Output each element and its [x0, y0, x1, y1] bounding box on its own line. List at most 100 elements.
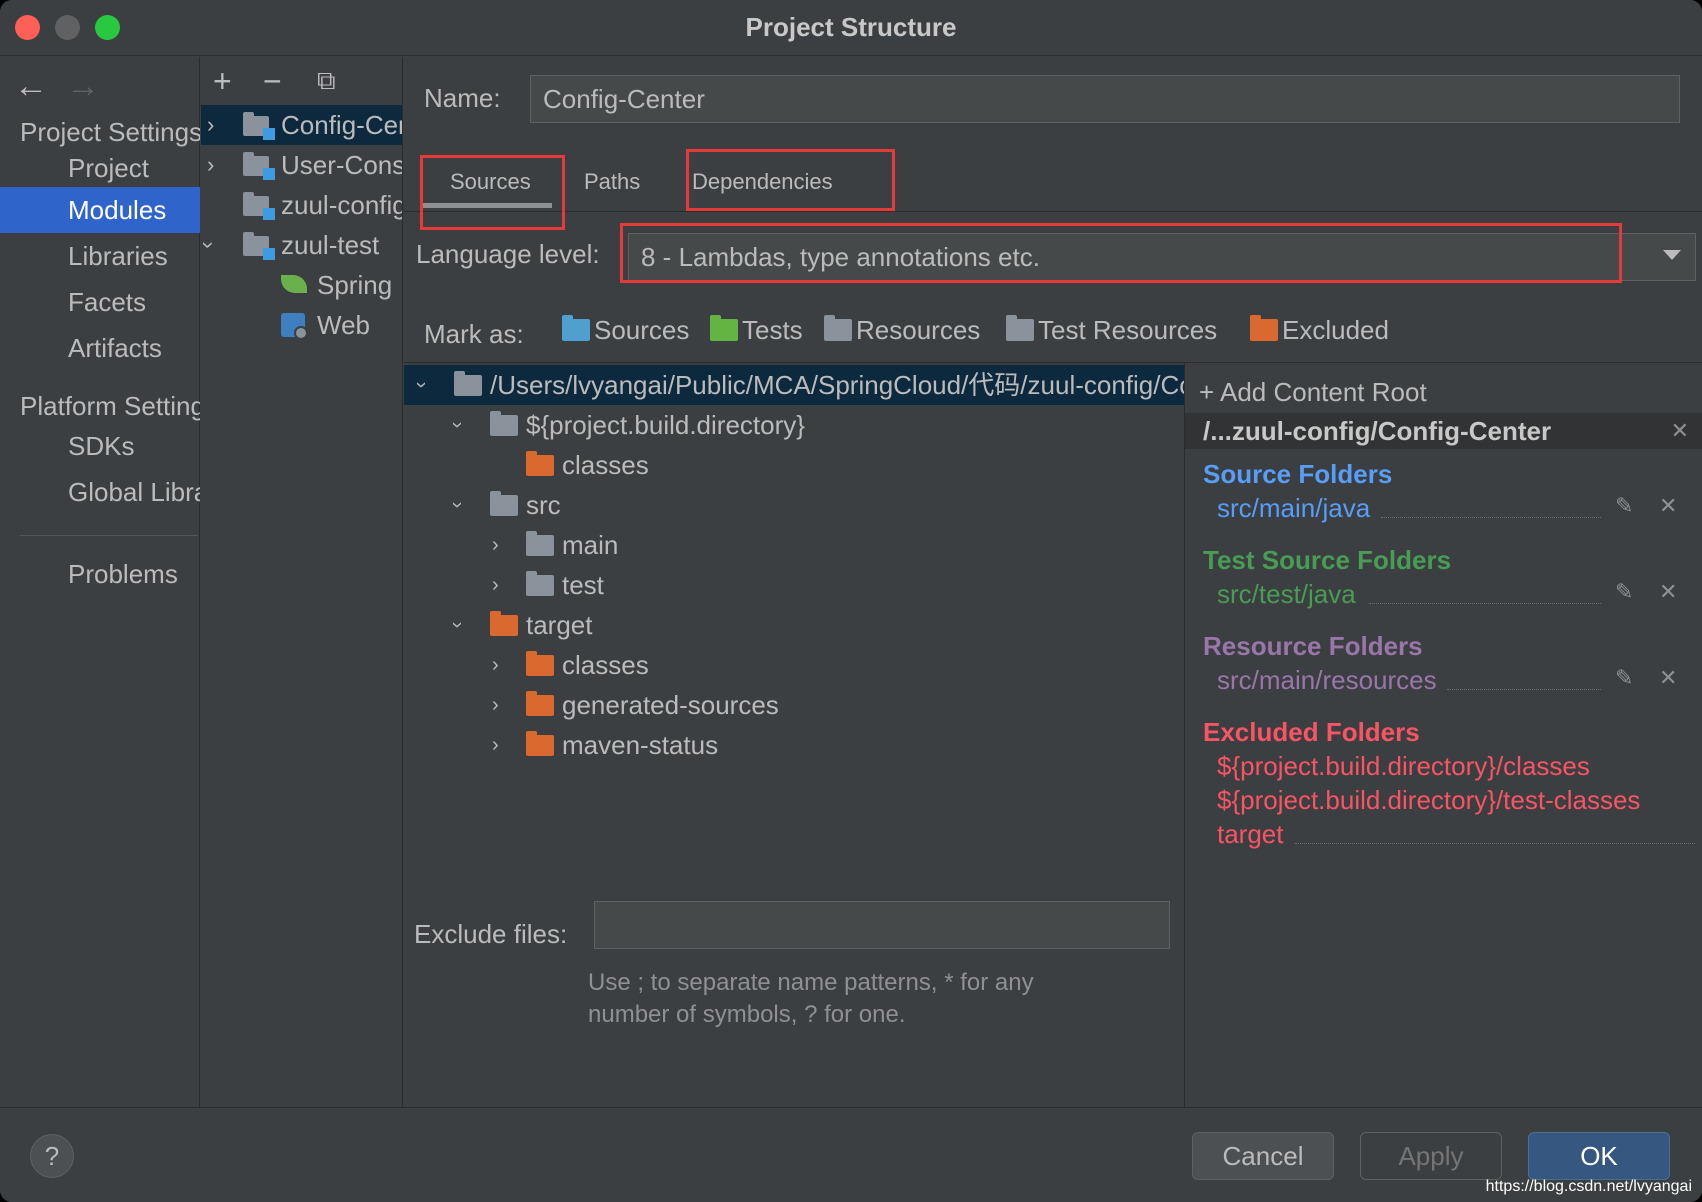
nav-item-problems[interactable]: Problems — [0, 551, 200, 597]
tree-row-content-root[interactable]: › /Users/lvyangai/Public/MCA/SpringCloud… — [401, 365, 1322, 405]
folder-icon — [526, 571, 554, 596]
excluded-folder-icon — [1250, 315, 1278, 341]
module-label: User-Consumer — [281, 150, 403, 180]
nav-item-libraries[interactable]: Libraries — [0, 233, 200, 279]
module-label: zuul-config — [281, 190, 403, 220]
resources-folder-icon — [824, 315, 852, 341]
add-icon[interactable]: + — [213, 63, 232, 100]
module-icon — [243, 192, 275, 220]
dropdown-arrow-icon — [1663, 250, 1681, 260]
module-icon — [243, 112, 275, 140]
chevron-down-icon[interactable]: › — [437, 622, 477, 629]
source-folder-path: src/main/java — [1217, 493, 1371, 523]
spring-leaf-icon — [281, 275, 307, 293]
platform-settings-header: Platform Settings — [20, 391, 200, 421]
facet-label: Spring — [317, 270, 393, 300]
chevron-right-icon[interactable]: › — [492, 525, 499, 565]
module-icon — [243, 232, 275, 260]
chevron-down-icon[interactable]: › — [201, 241, 229, 248]
chevron-right-icon[interactable]: › — [492, 565, 499, 605]
test-source-folder-path: src/test/java — [1217, 579, 1356, 609]
settings-nav: ← → Project Settings Project Modules Lib… — [0, 57, 200, 1107]
edit-pencil-icon[interactable]: ✎ — [1615, 579, 1633, 605]
highlight-dependencies-tab — [686, 149, 895, 211]
nav-item-project[interactable]: Project — [0, 145, 200, 191]
content-root-panel: + Add Content Root /...zuul-config/Confi… — [1184, 362, 1702, 1107]
facet-label: Web — [317, 310, 370, 340]
remove-x-icon[interactable]: ✕ — [1659, 579, 1677, 605]
ok-button[interactable]: OK — [1528, 1132, 1670, 1180]
excluded-folder-icon — [490, 611, 518, 636]
dotted-leader — [1381, 517, 1601, 518]
dotted-leader — [1295, 843, 1695, 844]
mark-as-tests[interactable]: Tests — [710, 315, 803, 346]
module-item-config-center[interactable]: › Config-Center — [201, 105, 402, 145]
excluded-folder-path[interactable]: target — [1217, 819, 1284, 850]
nav-item-artifacts[interactable]: Artifacts — [0, 325, 200, 371]
chevron-down-icon[interactable]: › — [401, 382, 441, 389]
module-item-zuul-config[interactable]: zuul-config — [201, 185, 403, 225]
chevron-right-icon[interactable]: › — [492, 645, 499, 685]
module-item-user-consumer[interactable]: › User-Consumer — [201, 145, 403, 185]
module-item-zuul-test[interactable]: › zuul-test — [201, 225, 402, 265]
project-settings-header: Project Settings — [20, 117, 200, 147]
edit-pencil-icon[interactable]: ✎ — [1615, 665, 1633, 691]
apply-button[interactable]: Apply — [1360, 1132, 1502, 1180]
forward-arrow-icon[interactable]: → — [66, 67, 100, 106]
folder-icon — [490, 491, 518, 516]
mark-as-resources[interactable]: Resources — [824, 315, 980, 346]
chevron-down-icon[interactable]: › — [437, 422, 477, 429]
nav-item-sdks[interactable]: SDKs — [0, 423, 200, 469]
excluded-folder-icon — [526, 731, 554, 756]
chevron-right-icon[interactable]: › — [492, 685, 499, 725]
excluded-folder-icon — [526, 651, 554, 676]
chevron-right-icon[interactable]: › — [207, 145, 214, 185]
tabs-divider — [404, 211, 1702, 212]
excluded-folder-path[interactable]: ${project.build.directory}/classes — [1217, 751, 1590, 782]
nav-item-global-libraries[interactable]: Global Libraries — [0, 469, 200, 515]
dotted-leader — [1369, 603, 1601, 604]
sources-folder-icon — [562, 315, 590, 341]
chevron-right-icon[interactable]: › — [207, 105, 214, 145]
close-icon[interactable]: ✕ — [1671, 413, 1689, 449]
mark-as-excluded[interactable]: Excluded — [1250, 315, 1389, 346]
test-resources-folder-icon — [1006, 315, 1034, 341]
content-root-tree: › /Users/lvyangai/Public/MCA/SpringCloud… — [401, 362, 1322, 962]
chevron-down-icon[interactable]: › — [437, 502, 477, 509]
title-bar: Project Structure — [0, 0, 1702, 56]
exclude-files-hint: Use ; to separate name patterns, * for a… — [588, 969, 1034, 1028]
module-settings-panel: Name: Config-Center Sources Paths Depend… — [404, 57, 1702, 1107]
facet-item-web[interactable]: Web — [201, 305, 402, 345]
module-icon — [243, 152, 275, 180]
mark-as-test-resources[interactable]: Test Resources — [1006, 315, 1217, 346]
nav-item-modules[interactable]: Modules — [0, 187, 200, 233]
folder-icon — [490, 411, 518, 436]
resource-folders-heading: Resource Folders — [1203, 631, 1423, 661]
source-folders-heading: Source Folders — [1203, 459, 1393, 489]
chevron-right-icon[interactable]: › — [492, 725, 499, 765]
back-arrow-icon[interactable]: ← — [14, 67, 48, 106]
module-label: zuul-test — [281, 230, 380, 260]
remove-x-icon[interactable]: ✕ — [1659, 665, 1677, 691]
exclude-files-input[interactable] — [594, 901, 1170, 949]
exclude-files-label: Exclude files: — [414, 919, 568, 949]
module-name-input[interactable]: Config-Center — [530, 75, 1680, 123]
edit-pencil-icon[interactable]: ✎ — [1615, 493, 1633, 519]
copy-icon[interactable]: ⧉ — [317, 65, 336, 97]
help-button[interactable]: ? — [30, 1134, 74, 1178]
dialog-button-bar: ? Cancel Apply OK https://blog.csdn.net/… — [0, 1107, 1702, 1202]
remove-icon[interactable]: − — [263, 63, 282, 100]
nav-item-facets[interactable]: Facets — [0, 279, 200, 325]
dotted-leader — [1447, 689, 1601, 690]
tab-paths[interactable]: Paths — [584, 169, 640, 195]
excluded-folder-icon — [526, 451, 554, 476]
resource-folder-path: src/main/resources — [1217, 665, 1437, 695]
remove-x-icon[interactable]: ✕ — [1659, 493, 1677, 519]
excluded-folders-heading: Excluded Folders — [1203, 717, 1420, 747]
facet-item-spring[interactable]: Spring — [201, 265, 402, 305]
excluded-folder-path[interactable]: ${project.build.directory}/test-classes — [1217, 785, 1640, 816]
add-content-root-button[interactable]: + Add Content Root — [1199, 377, 1427, 408]
cancel-button[interactable]: Cancel — [1192, 1132, 1334, 1180]
mark-as-label: Mark as: — [424, 319, 524, 349]
mark-as-sources[interactable]: Sources — [562, 315, 689, 346]
